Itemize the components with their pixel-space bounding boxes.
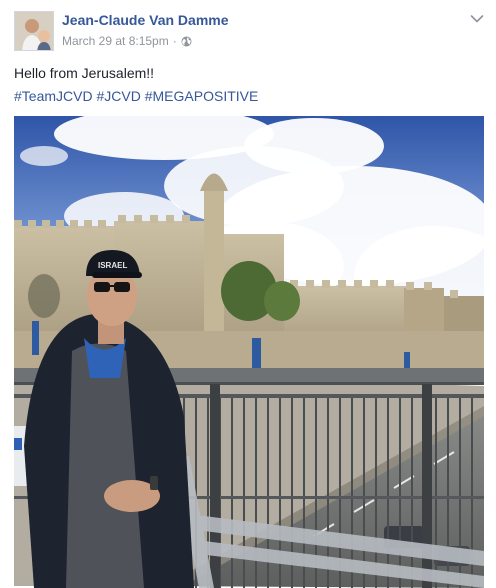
globe-icon[interactable] [181, 36, 192, 47]
post-photo[interactable]: ISRAEL [14, 116, 484, 588]
hashtag-link[interactable]: #MEGAPOSITIVE [145, 88, 259, 104]
hashtag-link[interactable]: #JCVD [96, 88, 140, 104]
post-message: Hello from Jerusalem!! [14, 65, 155, 81]
avatar[interactable] [14, 11, 54, 51]
author-name[interactable]: Jean-Claude Van Damme [62, 12, 229, 28]
post-meta: March 29 at 8:15pm · [62, 34, 192, 48]
post-timestamp[interactable]: March 29 at 8:15pm [62, 34, 169, 48]
hashtag-link[interactable]: #TeamJCVD [14, 88, 93, 104]
meta-separator: · [172, 34, 177, 48]
chevron-down-icon[interactable] [470, 11, 484, 23]
photo-cap-text: ISRAEL [98, 261, 127, 270]
facebook-post: Jean-Claude Van Damme March 29 at 8:15pm… [0, 0, 496, 588]
post-hashtags: #TeamJCVD #JCVD #MEGAPOSITIVE [14, 88, 258, 104]
